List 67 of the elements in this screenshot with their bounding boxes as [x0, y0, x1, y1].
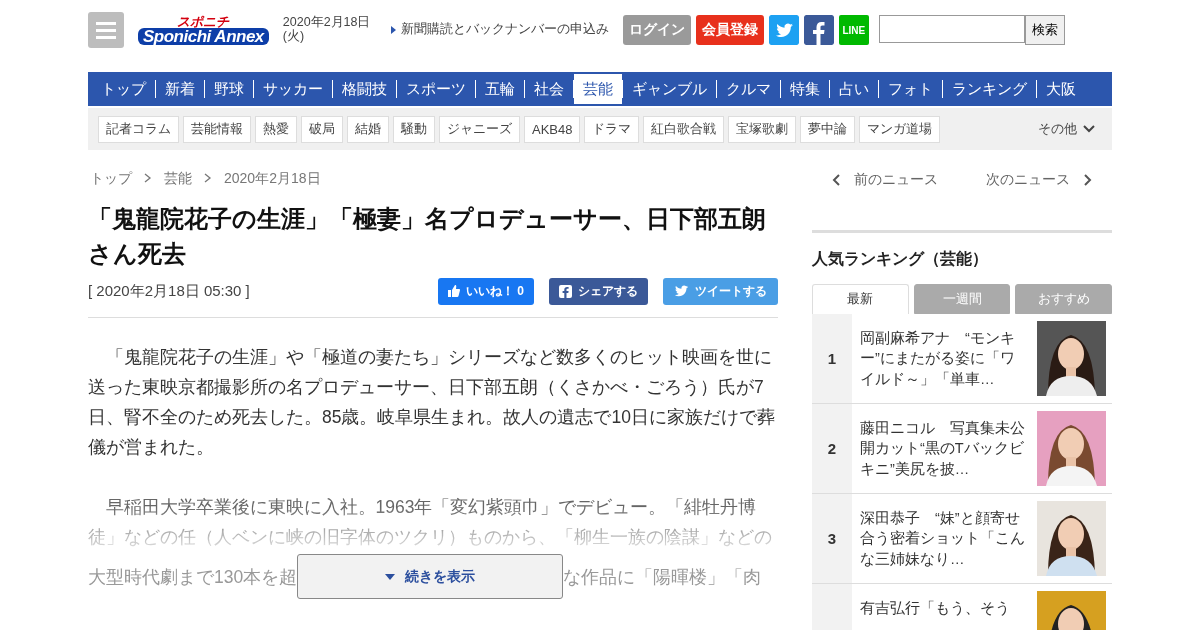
category-tag[interactable]: 宝塚歌劇	[728, 115, 797, 143]
nav-tab[interactable]: 新着	[156, 74, 204, 104]
category-tag[interactable]: 騒動	[393, 115, 435, 143]
register-button[interactable]: 会員登録	[695, 15, 764, 45]
more-button[interactable]: その他	[1031, 115, 1102, 143]
nav-tab[interactable]: 大阪	[1037, 74, 1085, 104]
category-tag[interactable]: 記者コラム	[98, 115, 179, 143]
nav-tab[interactable]: スポーツ	[397, 74, 475, 104]
triangle-icon	[390, 26, 396, 35]
timestamp: [ 2020年2月18日 05:30 ]	[88, 281, 250, 301]
share-button[interactable]: シェアする	[549, 277, 648, 305]
search-button[interactable]: 検索	[1024, 15, 1065, 45]
category-tag[interactable]: 紅白歌合戦	[643, 115, 725, 143]
category-tag[interactable]: AKB48	[524, 115, 581, 143]
chevron-down-icon	[1083, 125, 1095, 133]
faded-text: 大型時代劇まで130本を超	[88, 565, 298, 589]
faded-text: な作品に「陽暉楼」「肉	[563, 565, 762, 589]
rank-number: 2	[812, 404, 852, 493]
previous-news-link[interactable]: 前のニュース	[808, 171, 962, 189]
bird-icon	[674, 285, 689, 298]
facebook-icon[interactable]	[803, 15, 834, 45]
nav-tab[interactable]: フォト	[879, 74, 942, 104]
nav-tab[interactable]: 芸能	[574, 74, 622, 104]
nav-tab[interactable]: サッカー	[254, 74, 332, 104]
breadcrumb-link[interactable]: 2020年2月18日	[224, 170, 321, 188]
rank-number: 1	[812, 314, 852, 403]
category-tag[interactable]: マンガ道場	[859, 115, 941, 143]
nav-tab[interactable]: 五輪	[476, 74, 524, 104]
nav-tab[interactable]: 野球	[205, 74, 253, 104]
nav-tab[interactable]: 格闘技	[333, 74, 396, 104]
nav-tab[interactable]: ギャンブル	[623, 74, 716, 104]
ranking-link[interactable]: 岡副麻希アナ “モンキー”にまたがる姿に「ワイルド～」「単車…	[852, 314, 1037, 403]
chevron-right-icon	[1084, 174, 1092, 186]
ranking-link[interactable]: 有吉弘行「もう、そう	[852, 584, 1037, 630]
category-tag[interactable]: 夢中論	[800, 115, 856, 143]
twitter-icon[interactable]	[768, 15, 799, 45]
article-paragraph: 「鬼龍院花子の生涯」や「極道の妻たち」シリーズなど数多くのヒット映画を世に送った東映京都撮影所の名プロデューサー、日下部五朗（くさかべ・ごろう）氏が7日、腎不全のため死去した。85歳。岐阜県生まれ。故人の遺志で10日に家族だけで葬儀が営まれた。	[88, 345, 776, 459]
category-tag[interactable]: 破局	[301, 115, 343, 143]
chevron-left-icon	[832, 174, 840, 186]
category-tag[interactable]: ドラマ	[584, 115, 640, 143]
facebook-icon	[559, 284, 572, 298]
nav-tab[interactable]: 特集	[781, 74, 829, 104]
thumbs-up-icon	[448, 285, 460, 298]
nav-tab[interactable]: 占い	[830, 74, 878, 104]
ranking-link[interactable]: 深田恭子 “妹”と顔寄せ合う密着ショット「こんな三姉妹なり…	[852, 494, 1037, 583]
nav-tab[interactable]: クルマ	[717, 74, 780, 104]
category-tag[interactable]: 芸能情報	[183, 115, 251, 143]
show-more-button[interactable]: 続きを表示	[297, 554, 564, 600]
nav-tab[interactable]: トップ	[92, 74, 155, 104]
ranking-tab[interactable]: 最新	[812, 284, 909, 314]
date-text: 2020年2月18日(火)	[282, 16, 372, 44]
category-tag[interactable]: 結婚	[347, 115, 389, 143]
rank-number: 3	[812, 494, 852, 583]
nav-tab[interactable]: 社会	[525, 74, 573, 104]
breadcrumb-link[interactable]: 芸能	[164, 170, 192, 188]
menu-button[interactable]	[88, 12, 124, 48]
article-title: 「鬼龍院花子の生涯」「極妻」名プロデューサー、日下部五朗さん死去	[88, 204, 767, 269]
ranking-heading: 人気ランキング（芸能）	[812, 249, 989, 269]
subscription-link[interactable]: 新聞購読とバックナンバーの申込み	[400, 23, 609, 37]
breadcrumb-link[interactable]: トップ	[90, 170, 132, 188]
category-tag[interactable]: ジャニーズ	[439, 115, 520, 143]
nav-tab[interactable]: ランキング	[943, 74, 1036, 104]
like-button[interactable]: いいね！ 0	[438, 277, 534, 305]
category-tag[interactable]: 熱愛	[255, 115, 297, 143]
search-field[interactable]	[878, 15, 1025, 43]
next-news-link[interactable]: 次のニュース	[962, 171, 1116, 189]
ranking-link[interactable]: 藤田ニコル 写真集未公開カット“黒のTバックビキニ”美尻を披…	[852, 404, 1037, 493]
